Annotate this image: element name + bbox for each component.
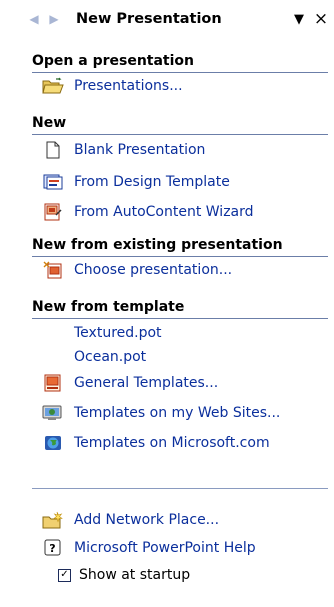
link-add-network-place[interactable]: Add Network Place...: [42, 508, 219, 532]
globe-icon: [42, 433, 64, 453]
link-templates-web-sites[interactable]: Templates on my Web Sites...: [42, 401, 280, 425]
link-autocontent-wizard[interactable]: From AutoContent Wizard: [42, 200, 254, 224]
section-new: New: [32, 114, 328, 135]
blank-presentation-label: Blank Presentation: [74, 142, 206, 158]
pane-title: New Presentation: [76, 11, 222, 27]
link-ocean-pot[interactable]: Ocean.pot: [42, 345, 146, 369]
svg-text:?: ?: [49, 542, 55, 555]
design-template-label: From Design Template: [74, 174, 230, 190]
link-textured-pot[interactable]: Textured.pot: [42, 321, 162, 345]
section-existing-presentation: New from existing presentation: [32, 236, 328, 257]
ocean-pot-label: Ocean.pot: [74, 349, 147, 365]
help-icon: ?: [42, 538, 64, 558]
presentations-label: Presentations...: [74, 78, 183, 94]
templates-web-sites-label: Templates on my Web Sites...: [74, 405, 281, 421]
templates-microsoft-label: Templates on Microsoft.com: [74, 435, 270, 451]
choose-presentation-icon: [42, 260, 64, 280]
show-at-startup-label: Show at startup: [79, 567, 191, 583]
general-templates-icon: [42, 373, 64, 393]
link-powerpoint-help[interactable]: ? Microsoft PowerPoint Help: [42, 536, 256, 560]
network-place-icon: [42, 510, 64, 530]
link-templates-microsoft[interactable]: Templates on Microsoft.com: [42, 431, 270, 455]
link-design-template[interactable]: From Design Template: [42, 170, 230, 194]
back-arrow-icon[interactable]: ◀: [26, 8, 42, 30]
link-blank-presentation[interactable]: Blank Presentation: [42, 138, 205, 162]
autocontent-wizard-icon: [42, 202, 64, 222]
forward-arrow-icon[interactable]: ▶: [46, 8, 62, 30]
autocontent-wizard-label: From AutoContent Wizard: [74, 204, 254, 220]
section-new-from-template: New from template: [32, 298, 328, 319]
task-pane-header: ◀ ▶ New Presentation ▼ ×: [20, 0, 332, 38]
design-template-icon: [42, 172, 64, 192]
show-at-startup[interactable]: ✓ Show at startup: [58, 565, 190, 585]
open-folder-icon: [42, 76, 64, 96]
blank-page-icon: [42, 140, 64, 160]
section-open-presentation: Open a presentation: [32, 52, 328, 73]
footer-divider: [32, 488, 328, 489]
general-templates-label: General Templates...: [74, 375, 219, 391]
web-sites-icon: [42, 403, 64, 423]
powerpoint-help-label: Microsoft PowerPoint Help: [74, 540, 256, 556]
link-choose-presentation[interactable]: Choose presentation...: [42, 258, 232, 282]
show-at-startup-checkbox[interactable]: ✓: [58, 568, 71, 582]
dropdown-triangle-icon[interactable]: ▼: [288, 8, 310, 30]
link-general-templates[interactable]: General Templates...: [42, 371, 218, 395]
textured-pot-label: Textured.pot: [74, 325, 162, 341]
add-network-place-label: Add Network Place...: [74, 512, 220, 528]
link-presentations[interactable]: Presentations...: [42, 74, 183, 98]
task-pane: ◀ ▶ New Presentation ▼ × Open a presenta…: [20, 0, 332, 607]
close-icon[interactable]: ×: [310, 8, 332, 30]
choose-presentation-label: Choose presentation...: [74, 262, 233, 278]
